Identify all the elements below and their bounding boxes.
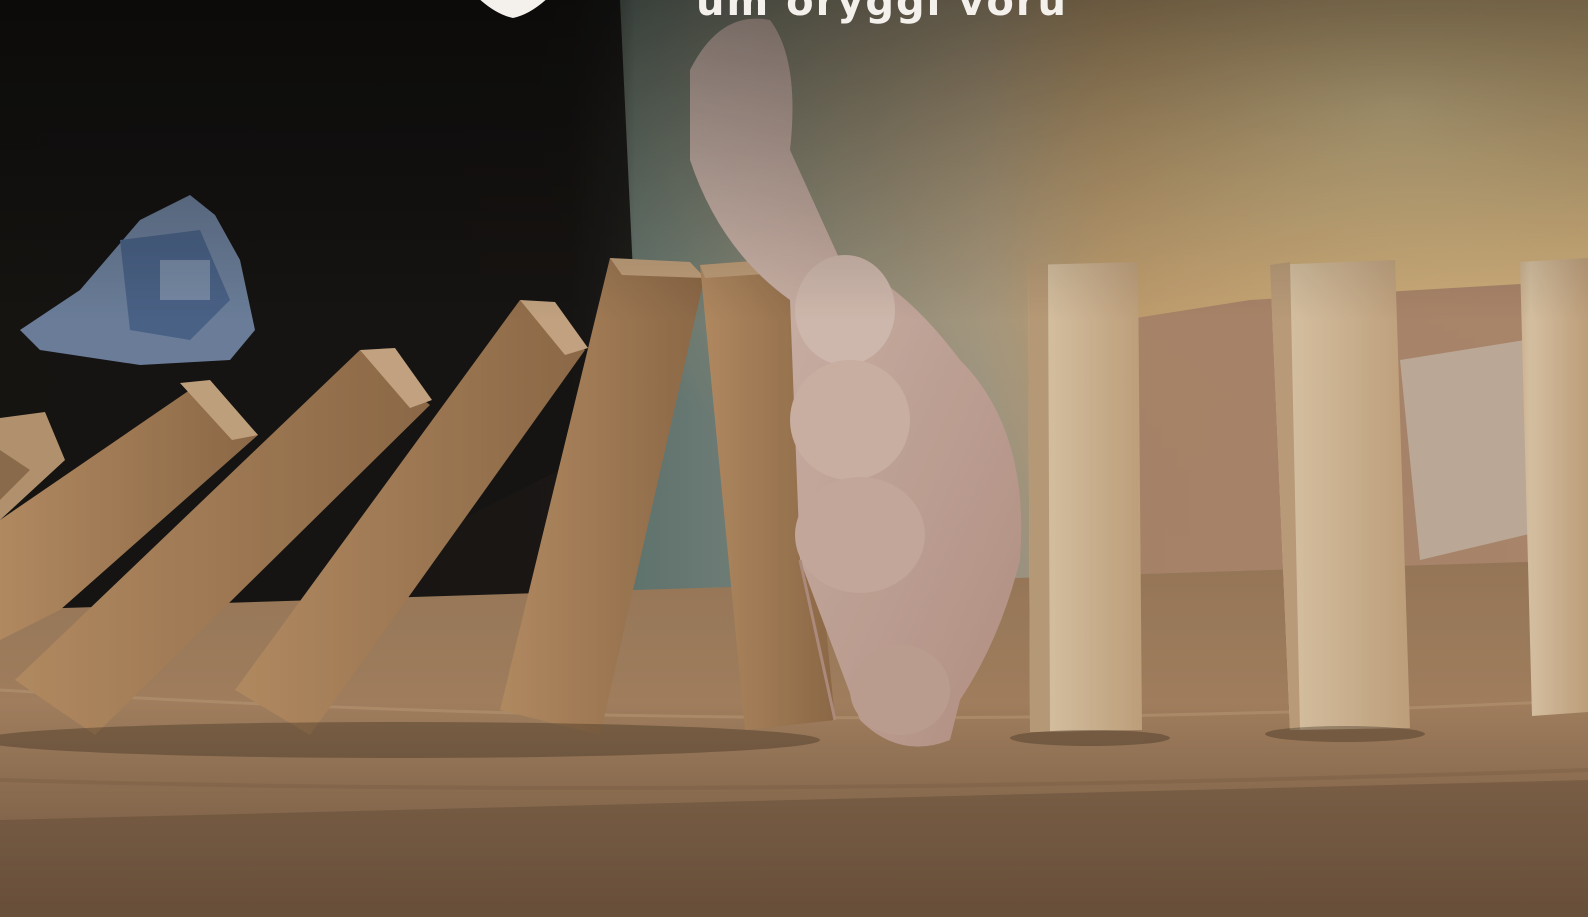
shield-logo-icon: [480, 0, 546, 18]
headline-text: um öryggi vöru: [696, 0, 1069, 25]
background-photo: [0, 0, 1588, 917]
photo-scene: um öryggi vöru: [0, 0, 1588, 917]
